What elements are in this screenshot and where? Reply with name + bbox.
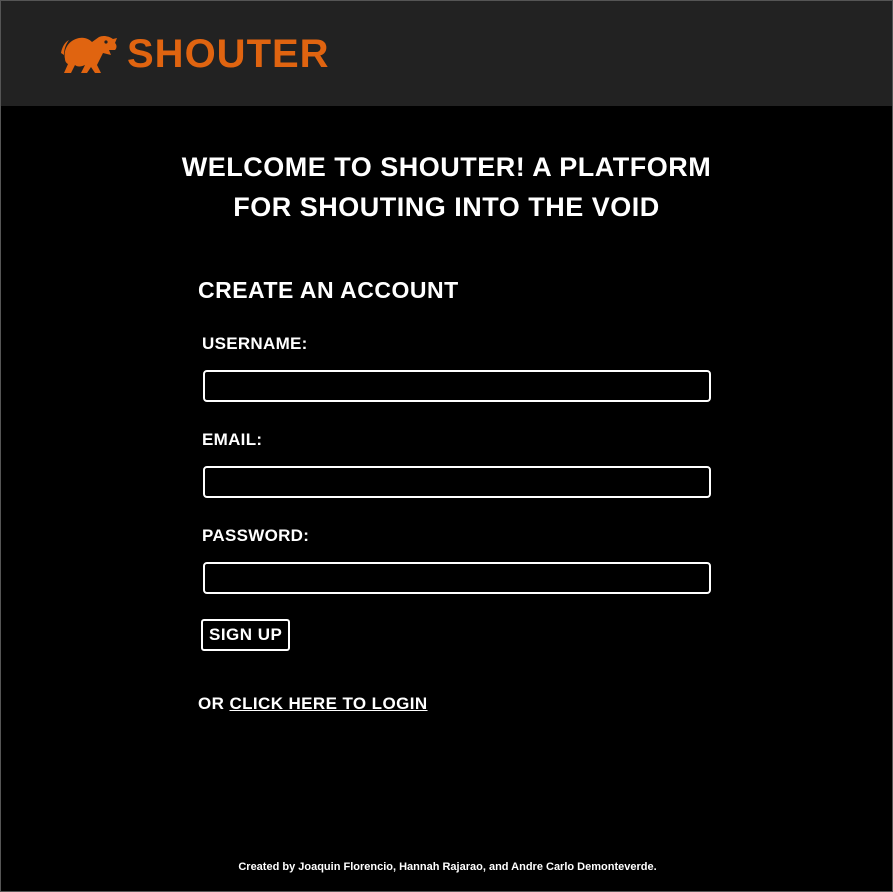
header: SHOUTER xyxy=(1,1,892,106)
welcome-heading: WELCOME TO SHOUTER! A PLATFORM FOR SHOUT… xyxy=(1,147,892,227)
email-label: EMAIL: xyxy=(202,430,263,449)
email-input[interactable] xyxy=(203,466,711,498)
brand-logo[interactable]: SHOUTER xyxy=(59,29,330,79)
brand-name: SHOUTER xyxy=(127,32,330,76)
sign-up-button[interactable]: SIGN UP xyxy=(201,619,291,651)
username-input[interactable] xyxy=(203,370,711,402)
login-prefix: OR xyxy=(198,694,225,713)
username-label: USERNAME: xyxy=(202,334,308,353)
password-label: PASSWORD: xyxy=(202,526,310,545)
login-link[interactable]: CLICK HERE TO LOGIN xyxy=(229,694,427,713)
shouting-creature-icon xyxy=(61,35,117,73)
form-title: CREATE AN ACCOUNT xyxy=(198,277,459,303)
page: SHOUTER WELCOME TO SHOUTER! A PLATFORM F… xyxy=(0,0,893,892)
login-prompt: OR CLICK HERE TO LOGIN xyxy=(198,694,428,714)
footer-credits: Created by Joaquin Florencio, Hannah Raj… xyxy=(238,861,657,873)
welcome-line-1: WELCOME TO SHOUTER! A PLATFORM xyxy=(181,152,712,182)
welcome-line-2: FOR SHOUTING INTO THE VOID xyxy=(233,192,660,222)
password-input[interactable] xyxy=(203,562,711,594)
